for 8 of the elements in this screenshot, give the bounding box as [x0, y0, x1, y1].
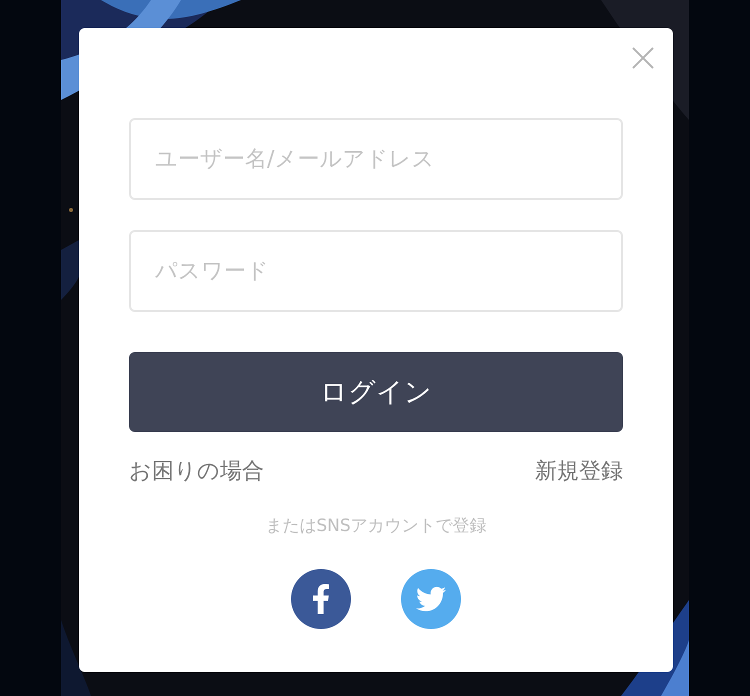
password-field[interactable]: パスワード	[129, 230, 623, 312]
bird-icon	[416, 584, 446, 614]
text-link[interactable]: 新規登録	[535, 456, 623, 486]
login-button[interactable]: ログイン	[129, 352, 623, 432]
text-link[interactable]: お困りの場合	[129, 456, 264, 486]
close-button[interactable]	[631, 46, 655, 70]
sns-caption: またはSNSアカウントで登録	[265, 515, 487, 537]
username-field[interactable]: ユーザー名/メールアドレス	[129, 118, 623, 200]
